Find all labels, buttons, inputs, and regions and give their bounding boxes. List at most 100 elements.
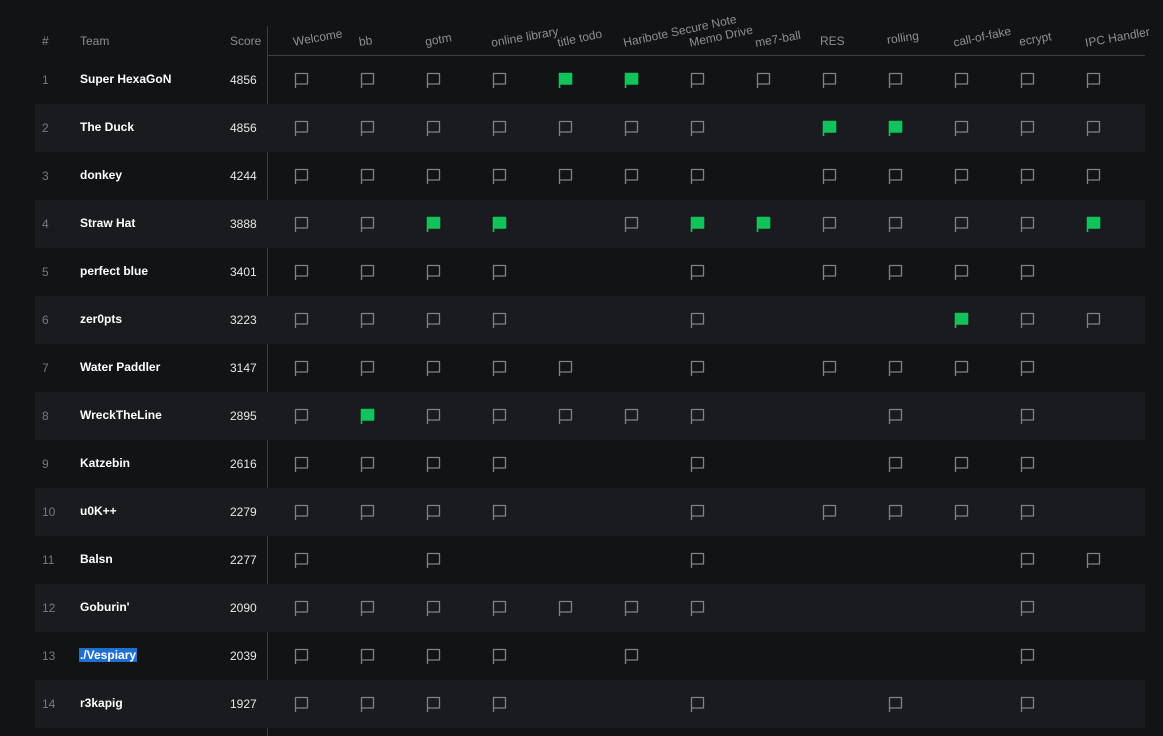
team-score: 1927	[230, 697, 257, 711]
flag-outline-icon	[952, 503, 970, 521]
flag-outline-icon	[490, 71, 508, 89]
team-name-link[interactable]: Balsn	[80, 552, 113, 566]
challenge-header-ecrypt[interactable]: ecrypt	[1018, 29, 1053, 48]
team-name-link[interactable]: Katzebin	[80, 456, 130, 470]
team-score: 3147	[230, 361, 257, 375]
flag-outline-icon	[490, 647, 508, 665]
team-row[interactable]: 2 The Duck 4856	[35, 104, 1145, 152]
team-score: 2090	[230, 601, 257, 615]
flag-filled-icon	[952, 311, 970, 329]
flag-outline-icon	[490, 311, 508, 329]
flag-outline-icon	[292, 311, 310, 329]
challenge-header-gotm[interactable]: gotm	[424, 30, 453, 48]
team-row[interactable]: 7 Water Paddler 3147	[35, 344, 1145, 392]
team-row[interactable]: 4 Straw Hat 3888	[35, 200, 1145, 248]
flag-outline-icon	[622, 215, 640, 233]
team-row[interactable]: 6 zer0pts 3223	[35, 296, 1145, 344]
team-name-link[interactable]: perfect blue	[80, 264, 148, 278]
team-row[interactable]: 8 WreckTheLine 2895	[35, 392, 1145, 440]
team-rank: 3	[42, 169, 49, 183]
flag-outline-icon	[358, 311, 376, 329]
flag-outline-icon	[622, 599, 640, 617]
challenge-header-call-of-fake[interactable]: call-of-fake	[952, 24, 1012, 50]
flag-outline-icon	[358, 167, 376, 185]
team-row[interactable]: 9 Katzebin 2616	[35, 440, 1145, 488]
challenge-header-title-todo[interactable]: title todo	[556, 27, 603, 50]
flag-filled-icon	[820, 119, 838, 137]
flag-outline-icon	[622, 167, 640, 185]
team-row[interactable]: 12 Goburin' 2090	[35, 584, 1145, 632]
challenge-header-bb[interactable]: bb	[358, 33, 373, 49]
flag-outline-icon	[556, 407, 574, 425]
flag-outline-icon	[952, 215, 970, 233]
team-row[interactable]: 11 Balsn 2277	[35, 536, 1145, 584]
flag-outline-icon	[820, 503, 838, 521]
team-score: 3401	[230, 265, 257, 279]
challenge-header-rolling[interactable]: rolling	[886, 29, 920, 47]
flag-outline-icon	[886, 71, 904, 89]
team-name-link[interactable]: The Duck	[80, 120, 134, 134]
flag-filled-icon	[622, 71, 640, 89]
team-row[interactable]: 1 Super HexaGoN 4856	[35, 56, 1145, 104]
flag-outline-icon	[490, 359, 508, 377]
challenge-header-welcome[interactable]: Welcome	[292, 26, 343, 48]
flag-outline-icon	[424, 167, 442, 185]
flag-outline-icon	[1018, 407, 1036, 425]
scoreboard: # Team Score Welcome bb gotm online library…	[0, 0, 1163, 736]
challenge-header-res[interactable]: RES	[820, 34, 845, 48]
team-row[interactable]: 10 u0K++ 2279	[35, 488, 1145, 536]
challenge-header-ipc-handler[interactable]: IPC Handler	[1084, 25, 1151, 50]
flag-outline-icon	[820, 359, 838, 377]
flag-outline-icon	[424, 407, 442, 425]
team-rank: 5	[42, 265, 49, 279]
team-name-link[interactable]: Goburin'	[80, 600, 130, 614]
team-rank: 2	[42, 121, 49, 135]
flag-outline-icon	[688, 455, 706, 473]
flag-outline-icon	[490, 503, 508, 521]
flag-outline-icon	[952, 359, 970, 377]
team-row[interactable]: 14 r3kapig 1927	[35, 680, 1145, 728]
flag-outline-icon	[1018, 503, 1036, 521]
team-name-link[interactable]: WreckTheLine	[80, 408, 162, 422]
flag-outline-icon	[688, 119, 706, 137]
team-score: 2039	[230, 649, 257, 663]
flag-outline-icon	[1018, 119, 1036, 137]
team-row[interactable]: 13 ./Vespiary 2039	[35, 632, 1145, 680]
team-row[interactable]: 3 donkey 4244	[35, 152, 1145, 200]
team-name-link[interactable]: Water Paddler	[80, 360, 160, 374]
team-name-link[interactable]: zer0pts	[80, 312, 122, 326]
flag-outline-icon	[1018, 359, 1036, 377]
team-name-link[interactable]: u0K++	[80, 504, 117, 518]
flag-outline-icon	[688, 503, 706, 521]
flag-outline-icon	[1084, 71, 1102, 89]
challenge-header-me7-ball[interactable]: me7-ball	[754, 28, 802, 50]
flag-outline-icon	[1018, 311, 1036, 329]
flag-outline-icon	[688, 311, 706, 329]
team-score: 2277	[230, 553, 257, 567]
team-rank: 6	[42, 313, 49, 327]
flag-outline-icon	[292, 647, 310, 665]
team-score: 3888	[230, 217, 257, 231]
flag-outline-icon	[1018, 71, 1036, 89]
flag-outline-icon	[1018, 263, 1036, 281]
team-rank: 7	[42, 361, 49, 375]
team-name-link[interactable]: r3kapig	[80, 696, 123, 710]
team-score: 2616	[230, 457, 257, 471]
team-name-link[interactable]: donkey	[80, 168, 122, 182]
flag-outline-icon	[292, 359, 310, 377]
flag-outline-icon	[490, 695, 508, 713]
flag-outline-icon	[1018, 647, 1036, 665]
flag-outline-icon	[1084, 119, 1102, 137]
score-column-header: Score	[230, 34, 262, 48]
team-row[interactable]: 5 perfect blue 3401	[35, 248, 1145, 296]
flag-filled-icon	[424, 215, 442, 233]
team-name-link[interactable]: Super HexaGoN	[80, 72, 171, 86]
team-name-link[interactable]: ./Vespiary	[79, 648, 138, 662]
flag-outline-icon	[358, 695, 376, 713]
flag-outline-icon	[556, 359, 574, 377]
flag-outline-icon	[424, 647, 442, 665]
flag-outline-icon	[886, 263, 904, 281]
team-name-link[interactable]: Straw Hat	[80, 216, 135, 230]
challenge-header-online-library[interactable]: online library	[490, 24, 559, 50]
flag-outline-icon	[1018, 599, 1036, 617]
